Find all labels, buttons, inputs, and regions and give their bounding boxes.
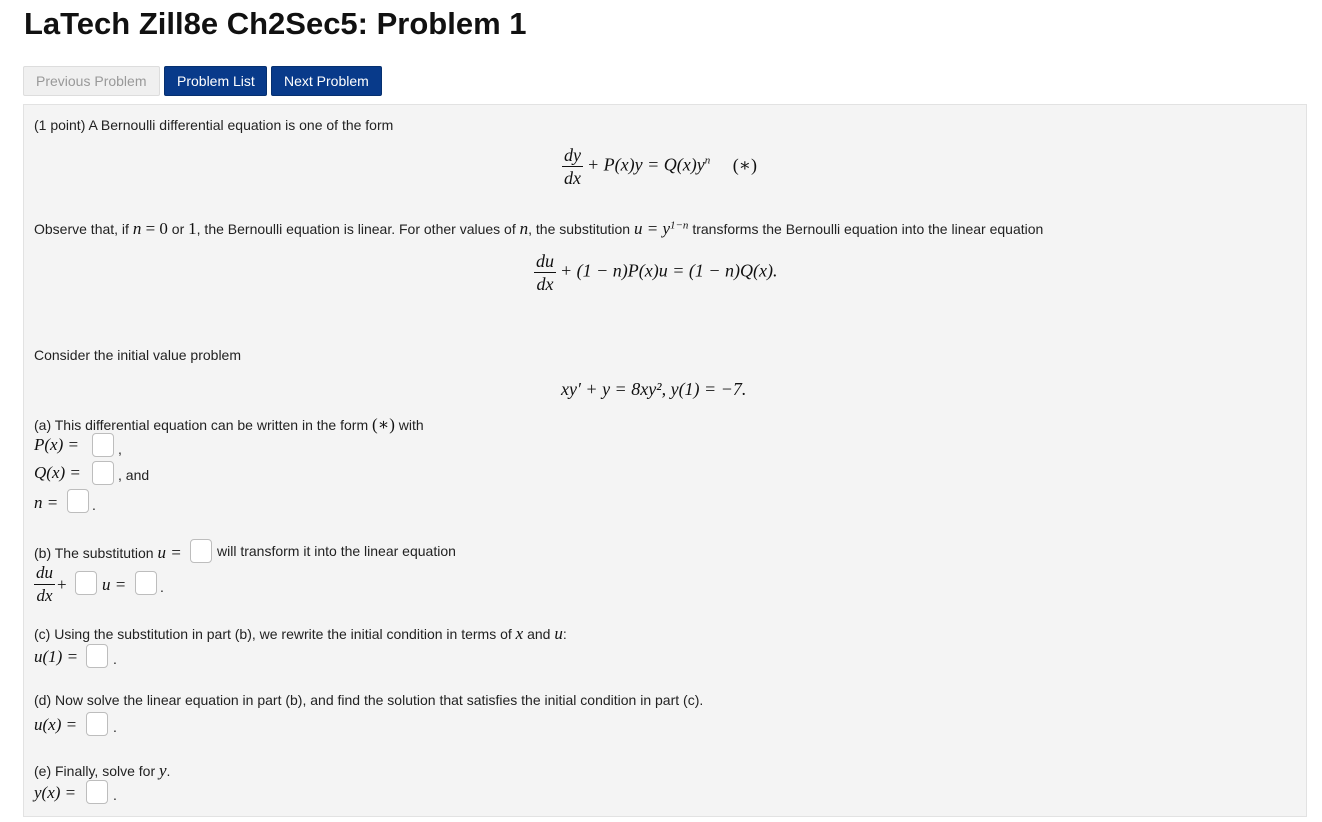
part-a-prompt: (a) This differential equation can be wr… (34, 417, 372, 433)
fraction-denominator: dx (564, 168, 581, 188)
n-period: . (92, 497, 96, 513)
observe-or: or (167, 221, 189, 237)
observe-text: Observe that, if n = 0 or 1, the Bernoul… (34, 219, 1043, 239)
part-b-text: (b) The substitution u = (34, 543, 182, 563)
bernoulli-exponent: n (704, 154, 711, 167)
part-e-text: (e) Finally, solve for y. (34, 761, 170, 781)
observe-part-d: transforms the Bernoulli equation into t… (688, 221, 1044, 237)
part-c-text: (c) Using the substitution in part (b), … (34, 624, 567, 644)
fraction-denominator: dx (36, 586, 53, 605)
yx-answer-input[interactable] (86, 780, 108, 804)
ivp-equation: xy′ + y = 8xy², y(1) = −7. (561, 379, 747, 399)
fraction-numerator: du (534, 251, 556, 273)
du-dx-fraction: du dx (534, 251, 556, 294)
part-b-prompt: (b) The substitution (34, 545, 158, 561)
fraction-numerator: du (34, 563, 55, 585)
yx-label: y(x) = (34, 783, 77, 802)
part-b-linear-form: du dx (34, 563, 59, 606)
bernoulli-equation: dy dx + P(x)y = Q(x)yn (∗) (562, 145, 757, 188)
q-of-x-answer-input[interactable] (92, 461, 114, 485)
problem-intro: (1 point) A Bernoulli differential equat… (34, 117, 394, 133)
observe-part-b: , the Bernoulli equation is linear. For … (196, 221, 520, 237)
part-a-with: with (394, 417, 424, 433)
previous-problem-button: Previous Problem (23, 66, 160, 96)
part-c-prompt: (c) Using the substitution in part (b), … (34, 626, 516, 642)
observe-substitution-exp: 1−n (670, 219, 689, 232)
linear-rhs-answer-input[interactable] (135, 571, 157, 595)
q-of-x-label: Q(x) = (34, 463, 81, 482)
ux-label: u(x) = (34, 715, 78, 734)
p-of-x-answer-input[interactable] (92, 433, 114, 457)
yx-period: . (113, 787, 117, 803)
linear-equation-rhs: + (1 − n)P(x)u = (1 − n)Q(x). (560, 260, 778, 281)
part-e-prompt: (e) Finally, solve for (34, 763, 159, 779)
ux-period: . (113, 719, 117, 735)
part-c-u: u (554, 624, 563, 643)
p-of-x-label: P(x) = (34, 435, 79, 454)
n-label: n = (34, 493, 59, 512)
du-dx-fraction: du dx (34, 563, 55, 606)
problem-panel: (1 point) A Bernoulli differential equat… (23, 104, 1307, 817)
bernoulli-rhs: + P(x)y = Q(x)y (587, 154, 705, 175)
consider-text: Consider the initial value problem (34, 347, 241, 363)
fraction-numerator: dy (562, 145, 583, 167)
part-a-text: (a) This differential equation can be wr… (34, 415, 424, 435)
observe-part-c: , the substitution (528, 221, 634, 237)
part-b-period: . (160, 579, 164, 595)
part-e-y: y (159, 761, 167, 780)
fraction-denominator: dx (536, 274, 554, 294)
n-answer-input[interactable] (67, 489, 89, 513)
observe-eq0: = 0 (141, 219, 168, 238)
next-problem-button[interactable]: Next Problem (271, 66, 382, 96)
part-b-u-equals: u = (102, 575, 127, 594)
part-c-colon: : (562, 626, 567, 642)
part-a-star: (∗) (372, 415, 395, 434)
part-b-u-label: u = (157, 543, 182, 562)
star-tag: (∗) (732, 154, 757, 175)
observe-part-a: Observe that, if (34, 221, 133, 237)
dy-dx-fraction: dy dx (562, 145, 583, 188)
coefficient-answer-input[interactable] (75, 571, 97, 595)
part-c-and: and (523, 626, 555, 642)
u1-label: u(1) = (34, 647, 79, 666)
observe-one: 1 (188, 219, 197, 238)
ux-answer-input[interactable] (86, 712, 108, 736)
part-d-text: (d) Now solve the linear equation in par… (34, 692, 704, 708)
part-e-period: . (166, 763, 171, 779)
p-comma: , (118, 441, 122, 457)
page-title: LaTech Zill8e Ch2Sec5: Problem 1 (24, 6, 527, 41)
u1-answer-input[interactable] (86, 644, 108, 668)
u1-period: . (113, 651, 117, 667)
observe-substitution: u = y (633, 219, 670, 238)
part-b-plus: + (57, 575, 67, 594)
linear-equation: du dx + (1 − n)P(x)u = (1 − n)Q(x). (534, 251, 778, 294)
q-and-text: , and (118, 467, 150, 483)
observe-n2: n (519, 219, 529, 238)
problem-list-button[interactable]: Problem List (164, 66, 267, 96)
part-b-after: will transform it into the linear equati… (217, 543, 456, 559)
substitution-answer-input[interactable] (190, 539, 212, 563)
